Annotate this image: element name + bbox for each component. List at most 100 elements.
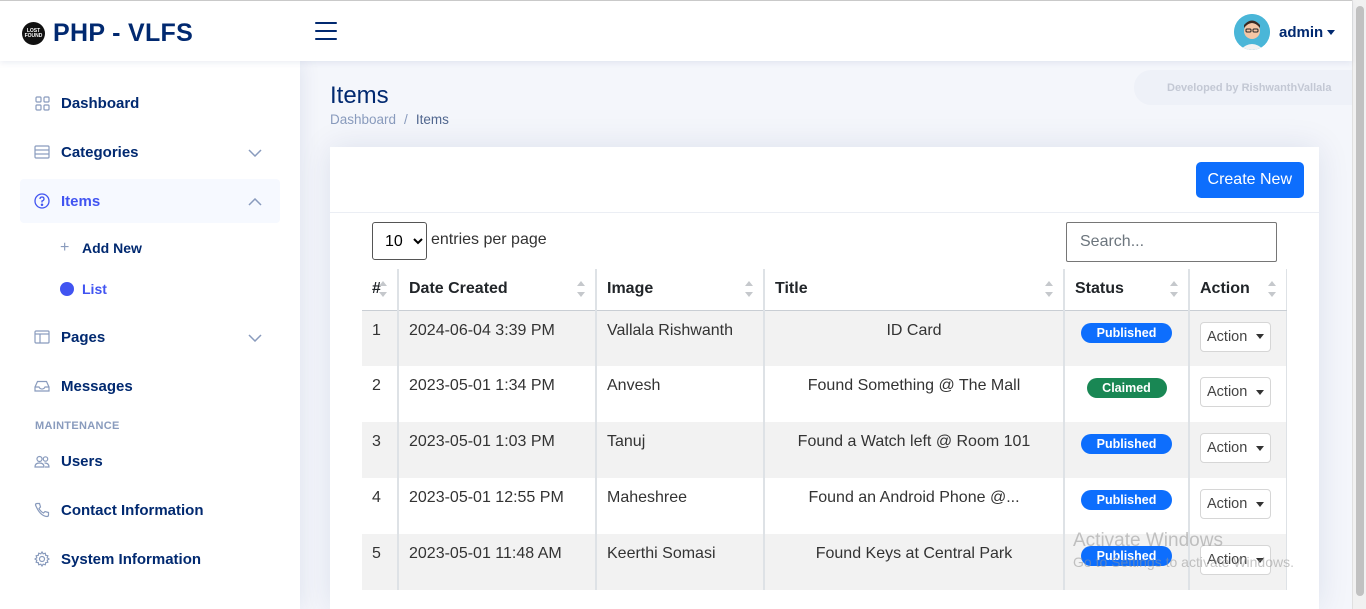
page-title: Items (330, 82, 389, 109)
chevron-down-icon (1256, 334, 1265, 339)
status-badge: Published (1081, 490, 1172, 510)
cell-action: Action (1189, 422, 1287, 478)
developer-note: Developed by RishwanthVallala (1134, 70, 1352, 105)
cell-title: ID Card (764, 310, 1065, 366)
search-input[interactable] (1066, 222, 1277, 262)
cell-date-created: 2023-05-01 1:03 PM (398, 422, 597, 478)
cell-action: Action (1189, 534, 1287, 590)
cell-image: Anvesh (596, 366, 765, 422)
cell-status: Published (1064, 534, 1190, 590)
telephone-icon (34, 502, 50, 518)
header: LOST FOUND PHP - VLFS admin (0, 0, 1352, 61)
cell-image: Vallala Rishwanth (596, 310, 765, 366)
sidebar-item-users[interactable]: Users (20, 439, 280, 483)
list-icon (34, 144, 50, 160)
status-badge: Claimed (1086, 378, 1167, 398)
sort-icon (577, 281, 585, 297)
sort-icon (745, 281, 753, 297)
column-header-action[interactable]: Action (1189, 269, 1287, 311)
sidebar-item-label: Items (61, 192, 101, 210)
cell-action: Action (1189, 310, 1287, 366)
cell-number: 1 (362, 310, 399, 366)
scrollbar-thumb[interactable] (1356, 6, 1364, 596)
table-row: 2 2023-05-01 1:34 PM Anvesh Found Someth… (362, 366, 1287, 422)
column-header-title[interactable]: Title (764, 269, 1065, 311)
chevron-down-icon (248, 329, 262, 347)
cell-image: Keerthi Somasi (596, 534, 765, 590)
nav-heading-maintenance: MAINTENANCE (35, 420, 120, 432)
action-dropdown-button[interactable]: Action (1200, 321, 1272, 352)
cell-image: Tanuj (596, 422, 765, 478)
column-header-date-created[interactable]: Date Created (398, 269, 597, 311)
sidebar-item-label: Contact Information (61, 501, 204, 519)
action-dropdown-button[interactable]: Action (1200, 489, 1272, 519)
question-circle-icon (34, 193, 50, 209)
action-dropdown-button[interactable]: Action (1200, 433, 1272, 463)
items-card: Create New 10 entries per page # Date Cr… (330, 147, 1319, 609)
menu-toggle-icon[interactable] (315, 22, 337, 40)
cell-title: Found a Watch left @ Room 101 (764, 422, 1065, 478)
column-header-number[interactable]: # (362, 269, 399, 311)
cell-status: Published (1064, 478, 1190, 534)
action-dropdown-button[interactable]: Action (1200, 377, 1272, 407)
sidebar: Dashboard Categories Items + Add New Lis… (0, 61, 300, 609)
cell-date-created: 2023-05-01 1:34 PM (398, 366, 597, 422)
cell-status: Claimed (1064, 366, 1190, 422)
sort-icon (379, 281, 387, 297)
sidebar-item-label: Categories (61, 143, 139, 161)
items-table-wrapper: # Date Created Image Title Status Action… (362, 269, 1287, 590)
people-icon (34, 453, 50, 469)
chevron-down-icon (1256, 557, 1265, 563)
sidebar-item-contact-information[interactable]: Contact Information (20, 488, 280, 532)
breadcrumb-current: Items (415, 112, 449, 127)
app-title: PHP - VLFS (53, 19, 194, 47)
sidebar-item-messages[interactable]: Messages (20, 364, 280, 408)
column-header-image[interactable]: Image (596, 269, 765, 311)
sidebar-item-system-information[interactable]: System Information (20, 537, 280, 581)
cell-status: Published (1064, 310, 1190, 366)
avatar (1234, 14, 1270, 50)
breadcrumb-separator: / (404, 112, 408, 127)
sidebar-item-dashboard[interactable]: Dashboard (20, 81, 280, 125)
sidebar-item-label: System Information (61, 550, 202, 568)
layout-icon (34, 329, 50, 345)
status-badge: Published (1081, 434, 1172, 454)
cell-title: Found an Android Phone @... (764, 478, 1065, 534)
cell-date-created: 2023-05-01 12:55 PM (398, 478, 597, 534)
logo[interactable]: LOST FOUND PHP - VLFS (22, 19, 193, 48)
sort-icon (1267, 281, 1276, 297)
sidebar-item-items[interactable]: Items (20, 179, 280, 223)
sidebar-item-categories[interactable]: Categories (20, 130, 280, 174)
entries-per-page-label: entries per page (431, 231, 547, 248)
cell-number: 3 (362, 422, 399, 478)
sidebar-item-label: Pages (61, 328, 106, 346)
items-table: # Date Created Image Title Status Action… (362, 269, 1287, 590)
sidebar-subitem-label: Add New (82, 240, 142, 256)
chevron-down-icon (1256, 445, 1265, 451)
card-header: Create New (330, 147, 1319, 213)
cell-action: Action (1189, 478, 1287, 534)
sidebar-item-label: Users (61, 452, 103, 470)
sidebar-item-label: Dashboard (61, 94, 140, 112)
cell-title: Found Keys at Central Park (764, 534, 1065, 590)
sort-icon (1045, 281, 1053, 297)
sidebar-item-pages[interactable]: Pages (20, 315, 280, 359)
breadcrumb: Dashboard / Items (330, 112, 449, 127)
page-scrollbar[interactable] (1352, 0, 1366, 609)
entries-per-page-select[interactable]: 10 (372, 222, 427, 260)
cell-status: Published (1064, 422, 1190, 478)
cell-date-created: 2023-05-01 11:48 AM (398, 534, 597, 590)
cell-title: Found Something @ The Mall (764, 366, 1065, 422)
sidebar-subitem-add-new[interactable]: + Add New (60, 239, 142, 257)
chevron-down-icon (1327, 29, 1336, 35)
profile-name: admin (1279, 23, 1324, 41)
plus-icon: + (60, 239, 70, 256)
sidebar-subitem-list[interactable]: List (60, 281, 107, 297)
chevron-down-icon (1256, 501, 1265, 507)
status-badge: Published (1081, 546, 1172, 566)
create-new-button[interactable]: Create New (1195, 162, 1304, 198)
profile-dropdown[interactable]: admin (1234, 14, 1336, 50)
column-header-status[interactable]: Status (1064, 269, 1190, 311)
breadcrumb-link-dashboard[interactable]: Dashboard (330, 112, 396, 127)
action-dropdown-button[interactable]: Action (1200, 545, 1272, 575)
